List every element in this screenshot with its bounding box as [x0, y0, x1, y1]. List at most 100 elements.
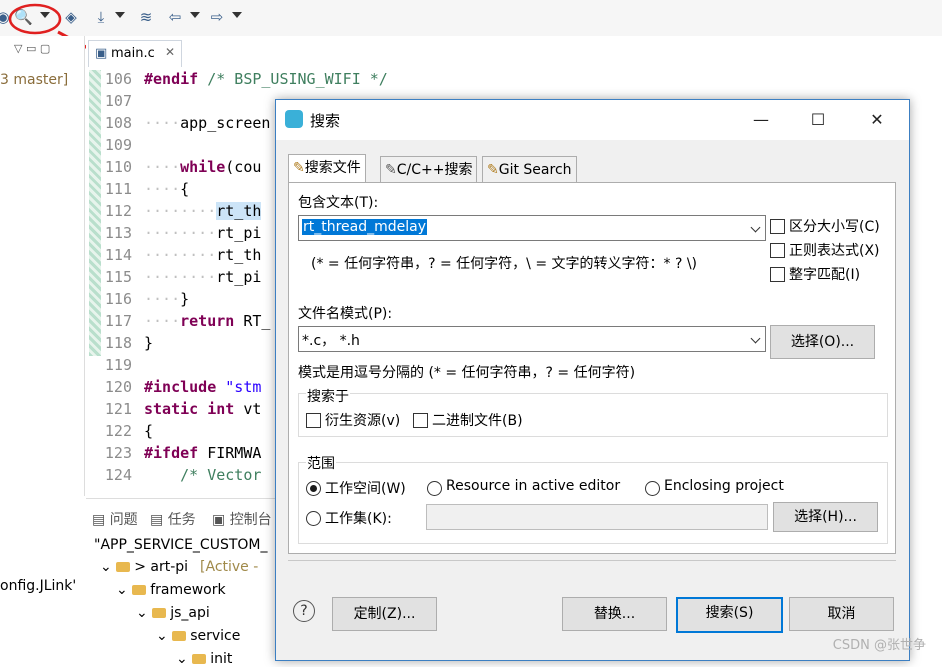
folder-icon	[172, 631, 187, 641]
search-dropdown-icon[interactable]	[40, 12, 50, 18]
tab-main-c[interactable]: ▣ main.c ✕	[88, 40, 182, 67]
chevron-down-icon[interactable]: ⌄	[116, 582, 132, 598]
regex-checkbox[interactable]	[770, 243, 785, 258]
code-token: ········	[144, 246, 217, 264]
tab-console[interactable]: ▣ 控制台	[212, 509, 272, 529]
tree-item[interactable]: ⌄ > art-pi [Active -	[100, 559, 258, 575]
console-title: "APP_SERVICE_CUSTOM_	[94, 537, 268, 553]
help-icon[interactable]: ?	[293, 600, 315, 622]
line-number: 119	[104, 356, 132, 374]
chevron-down-icon[interactable]	[750, 333, 761, 344]
enclosing-project-radio[interactable]	[645, 481, 660, 496]
code-line: #endif /* BSP_USING_WIFI */	[144, 70, 388, 88]
choose-working-set-button[interactable]: 选择(H)...	[773, 502, 878, 532]
close-tab-icon[interactable]: ✕	[165, 45, 175, 59]
view-menu-icon[interactable]: ▽ ▭ ▢	[14, 42, 50, 55]
code-token: }	[180, 290, 190, 308]
code-token: "stm	[216, 378, 262, 396]
tree-item-label: js_api	[170, 605, 210, 621]
code-token: ········	[144, 224, 217, 242]
tab-problems[interactable]: ▤ 问题	[92, 509, 138, 529]
binary-files-checkbox[interactable]	[413, 413, 428, 428]
debug-icon[interactable]: ◉	[0, 8, 12, 26]
back-dropdown-icon[interactable]	[190, 12, 200, 18]
download-dropdown-icon[interactable]	[115, 12, 125, 18]
enclosing-project-label: Enclosing project	[664, 478, 784, 494]
code-token: rt_pi	[216, 268, 262, 286]
binary-files-label: 二进制文件(B)	[432, 413, 523, 429]
replace-button[interactable]: 替换...	[562, 597, 667, 631]
chevron-down-icon[interactable]: ⌄	[156, 628, 172, 644]
forward-arrow-icon[interactable]: ⇨	[208, 8, 226, 26]
line-number: 113	[104, 224, 132, 242]
regex-label: 正则表达式(X)	[789, 243, 880, 259]
chevron-down-icon[interactable]	[750, 222, 761, 233]
tag-icon[interactable]: ◈	[62, 8, 80, 26]
line-number: 108	[104, 114, 132, 132]
close-icon[interactable]: ✕	[862, 106, 892, 134]
code-token: ········	[144, 202, 217, 220]
tab-git-search[interactable]: ✎Git Search	[482, 156, 577, 183]
file-pattern-input[interactable]: *.c， *.h	[298, 326, 766, 352]
working-set-radio[interactable]	[306, 511, 321, 526]
cpp-search-icon: ✎	[385, 162, 397, 178]
contains-text-label: 包含文本(T):	[298, 195, 379, 211]
search-button[interactable]: 搜索(S)	[676, 597, 783, 633]
minimize-icon[interactable]: —	[746, 106, 776, 134]
customize-button[interactable]: 定制(Z)...	[332, 597, 437, 631]
chevron-down-icon[interactable]: ⌄	[100, 559, 116, 575]
code-line: ····while(cou	[144, 158, 261, 176]
working-set-label: 工作集(K):	[325, 511, 392, 527]
active-editor-radio[interactable]	[427, 481, 442, 496]
code-line: ····return RT_	[144, 312, 270, 330]
tab-cpp-search[interactable]: ✎C/C++搜索	[380, 156, 478, 183]
file-search-panel: 包含文本(T): rt_thread_mdelay (* = 任何字符串，? =…	[288, 182, 896, 554]
search-icon[interactable]: 🔍	[14, 8, 33, 26]
whole-word-checkbox[interactable]	[770, 267, 785, 282]
line-number: 109	[104, 136, 132, 154]
chevron-down-icon[interactable]: ⌄	[176, 651, 192, 667]
layers-icon[interactable]: ≋	[137, 8, 155, 26]
tree-item-status: [Active -	[200, 559, 259, 575]
code-token: rt_th	[216, 202, 262, 220]
contains-text-input[interactable]: rt_thread_mdelay	[298, 215, 766, 241]
code-line: #ifdef FIRMWA	[144, 444, 261, 462]
choose-pattern-button[interactable]: 选择(O)...	[770, 325, 875, 359]
folder-icon	[116, 562, 131, 572]
project-explorer: ▽ ▭ ▢ 3 master]	[0, 36, 85, 496]
download-icon[interactable]: ⤓	[92, 8, 110, 26]
tree-item[interactable]: ⌄ framework	[116, 582, 226, 598]
forward-dropdown-icon[interactable]	[232, 12, 242, 18]
search-in-label: 搜索于	[306, 386, 350, 406]
search-tabs: ✎搜索文件 ✎C/C++搜索 ✎Git Search	[288, 154, 894, 184]
chevron-down-icon[interactable]: ⌄	[136, 605, 152, 621]
scope-label: 范围	[306, 453, 336, 473]
back-arrow-icon[interactable]: ⇦	[166, 8, 184, 26]
code-line: {	[144, 422, 153, 440]
tree-item[interactable]: ⌄ service	[156, 628, 240, 644]
code-token: return	[180, 312, 235, 330]
tab-tasks[interactable]: ▤ 任务	[150, 509, 196, 529]
dialog-titlebar: 搜索 — ☐ ✕	[276, 100, 909, 140]
line-number: 106	[104, 70, 132, 88]
derived-resources-checkbox[interactable]	[306, 413, 321, 428]
code-token: ····	[144, 180, 181, 198]
code-token: rt_pi	[216, 224, 262, 242]
tree-item[interactable]: ⌄ init	[176, 651, 232, 667]
active-editor-label: Resource in active editor	[446, 478, 621, 494]
tab-file-search[interactable]: ✎搜索文件	[288, 154, 366, 184]
code-line: ········rt_pi	[144, 224, 261, 242]
file-pattern-value: *.c， *.h	[302, 333, 360, 349]
line-number: 111	[104, 180, 132, 198]
working-set-field[interactable]	[426, 504, 768, 530]
workspace-radio[interactable]	[306, 481, 321, 496]
case-sensitive-checkbox[interactable]	[770, 219, 785, 234]
code-token: ····	[144, 312, 181, 330]
cancel-button[interactable]: 取消	[789, 597, 894, 631]
tree-item[interactable]: ⌄ js_api	[136, 605, 210, 621]
maximize-icon[interactable]: ☐	[803, 106, 833, 134]
line-number: 114	[104, 246, 132, 264]
code-token: vt	[234, 400, 262, 418]
line-number: 107	[104, 92, 132, 110]
launch-config-label: onfig.JLink'	[0, 578, 77, 594]
